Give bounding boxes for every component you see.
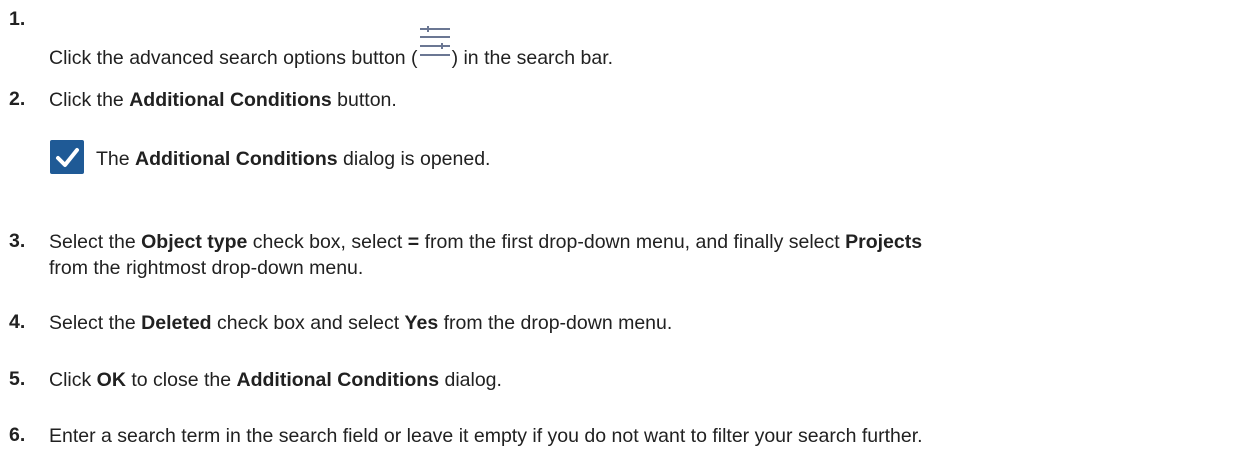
step-number: 5. (9, 368, 26, 390)
result-text: The Additional Conditions dialog is open… (96, 148, 491, 170)
step-number: 2. (9, 88, 26, 110)
step-1-text: Click the advanced search options button… (49, 26, 613, 70)
step-number: 3. (9, 230, 26, 252)
step-number: 1. (9, 8, 26, 30)
step-3-text-line2: from the rightmost drop-down menu. (49, 257, 364, 279)
step-number: 4. (9, 311, 26, 333)
advanced-search-options-icon (418, 25, 452, 59)
step-3-text: Select the Object type check box, select… (49, 231, 923, 253)
step-5-text: Click OK to close the Additional Conditi… (49, 369, 502, 391)
step-6-text: Enter a search term in the search field … (49, 425, 923, 447)
step-number: 6. (9, 424, 26, 446)
step-4-text: Select the Deleted check box and select … (49, 312, 673, 334)
step-2-text: Click the Additional Conditions button. (49, 89, 397, 111)
checkmark-icon (50, 140, 84, 174)
